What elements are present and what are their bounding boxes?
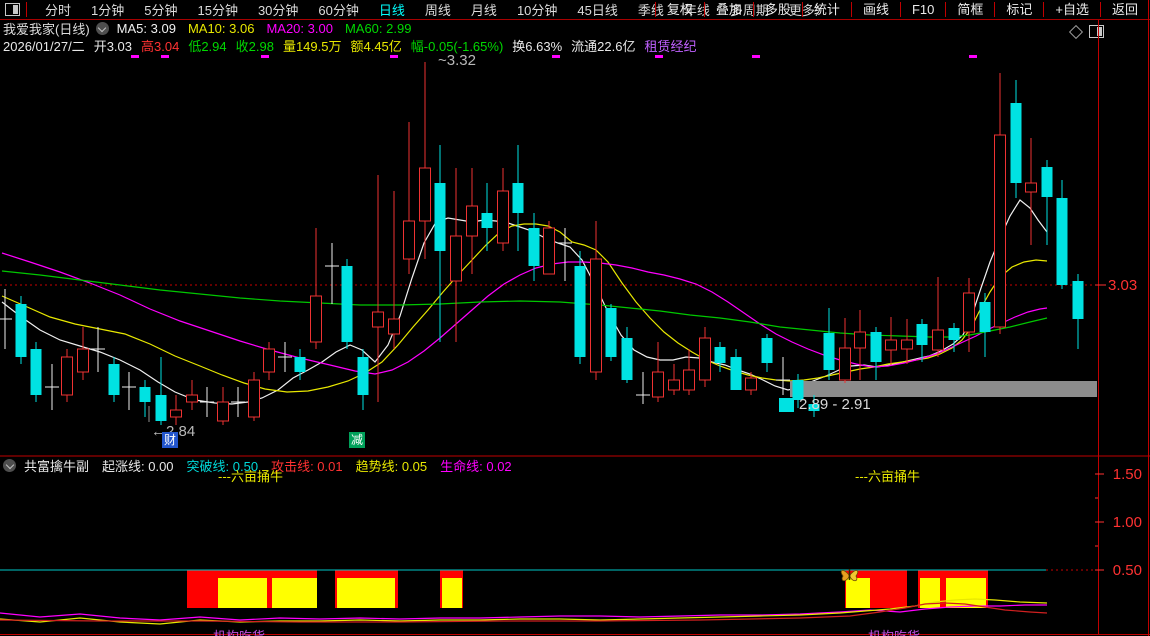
- period-tab[interactable]: 45日线: [567, 0, 627, 19]
- toolbar-button[interactable]: 多股: [752, 2, 802, 17]
- quote-value: 高3.04: [141, 39, 180, 54]
- toolbar-button[interactable]: 画线: [850, 2, 900, 17]
- toolbar-button[interactable]: 标记: [994, 2, 1043, 17]
- panel-toggle-icon[interactable]: [5, 3, 20, 16]
- quote-value: 量149.5万: [282, 39, 342, 54]
- indicator-param: 起涨线: 0.00: [102, 458, 174, 474]
- indicator-param: 趋势线: 0.05: [355, 458, 428, 474]
- period-tab[interactable]: 周线: [415, 0, 461, 19]
- candlestick-chart[interactable]: [0, 0, 1150, 636]
- prev-close-label: 3.03: [1108, 277, 1138, 294]
- quote-value: 低2.94: [188, 39, 227, 54]
- ma-value: MA20: 3.00: [266, 21, 333, 36]
- period-tab[interactable]: 60分钟: [308, 0, 368, 19]
- period-tab[interactable]: 30分钟: [248, 0, 308, 19]
- toolbar-button[interactable]: 复权: [654, 2, 704, 17]
- fund-marker-jian: 减: [349, 432, 365, 448]
- tdx-window: 分时 1分钟 5分钟 15分钟 30分钟 60分钟 日线 周线 月线 10分钟 45日线 季线 年线 多周…: [0, 0, 1150, 636]
- period-tab[interactable]: 月线: [461, 0, 507, 19]
- toolbar-divider: [26, 2, 27, 17]
- signal-label-top: ---六亩捅牛: [218, 470, 283, 484]
- collapse-icon[interactable]: [3, 458, 16, 472]
- quote-value: 2026/01/27/二: [3, 39, 85, 54]
- signal-label-top: ---六亩捅牛: [855, 470, 920, 484]
- period-tab[interactable]: 15分钟: [187, 0, 247, 19]
- toolbar-button[interactable]: 简框: [945, 2, 994, 17]
- sub-indicator-params: 起涨线: 0.00 突破线: 0.50 攻击线: 0.01 趋势线: 0.05 生命线:…: [102, 456, 525, 475]
- quote-value: 额4.45亿: [350, 39, 402, 54]
- sub-scale-150: 1.50: [1112, 466, 1142, 483]
- quote-bar: 2026/01/27/二 开3.03 高3.04 低2.94 收2.98 量149.5万额…: [3, 38, 705, 54]
- signal-label-bottom: ---机构吃货: [855, 626, 920, 636]
- fund-marker-cai: 财: [162, 432, 178, 448]
- high-annotation: ~3.32: [438, 52, 476, 69]
- butterfly-icon: [840, 570, 850, 582]
- signal-label-bottom: ---机构吃货: [200, 626, 265, 636]
- ma-value: MA60: 2.99: [344, 21, 412, 36]
- quote-value: 换6.63%: [512, 39, 563, 54]
- toolbar-button[interactable]: F10: [899, 2, 945, 17]
- quote-value: 流通22.6亿: [571, 39, 636, 54]
- sub-indicator-name[interactable]: 共富擒牛副: [24, 456, 89, 475]
- quote-value: 开3.03: [93, 39, 132, 54]
- toolbar-actions: 复权 叠加 多股 统计 画线 F10 简框 标记 +自选 返回: [654, 0, 1149, 19]
- sub-scale-050: 0.50: [1112, 562, 1142, 579]
- period-tab[interactable]: 1分钟: [81, 0, 134, 19]
- ma-legend: MA5: 3.09 MA10: 3.06 MA20: 3.00 MA60: 2.99: [117, 21, 424, 36]
- indicator-param: 生命线: 0.02: [440, 458, 512, 474]
- diamond-icon[interactable]: [1068, 24, 1084, 39]
- toolbar-button[interactable]: 返回: [1099, 2, 1149, 17]
- quote-value: 收2.98: [235, 39, 274, 54]
- sub-scale-100: 1.00: [1112, 514, 1142, 531]
- ma-value: MA5: 3.09: [116, 21, 176, 36]
- quote-value: 租赁经纪: [644, 39, 697, 54]
- period-tab[interactable]: 10分钟: [507, 0, 567, 19]
- period-tab[interactable]: 分时: [35, 0, 81, 19]
- period-tab[interactable]: 日线: [369, 0, 415, 19]
- toolbar-button[interactable]: 统计: [801, 2, 851, 17]
- title-row: 我爱我家(日线) MA5: 3.09 MA10: 3.06 MA20: 3.00 MA…: [3, 21, 424, 37]
- zone-label: 2.89 - 2.91: [799, 396, 871, 413]
- toolbar-button[interactable]: +自选: [1043, 2, 1100, 17]
- split-window-icon[interactable]: [1089, 25, 1104, 38]
- ma-value: MA10: 3.06: [187, 21, 255, 36]
- toolbar-button[interactable]: 叠加: [703, 2, 753, 17]
- toolbar: 分时 1分钟 5分钟 15分钟 30分钟 60分钟 日线 周线 月线 10分钟 45日线 季线 年线 多周…: [0, 0, 1150, 20]
- chevron-down-icon[interactable]: [95, 22, 109, 35]
- period-tab[interactable]: 5分钟: [134, 0, 187, 19]
